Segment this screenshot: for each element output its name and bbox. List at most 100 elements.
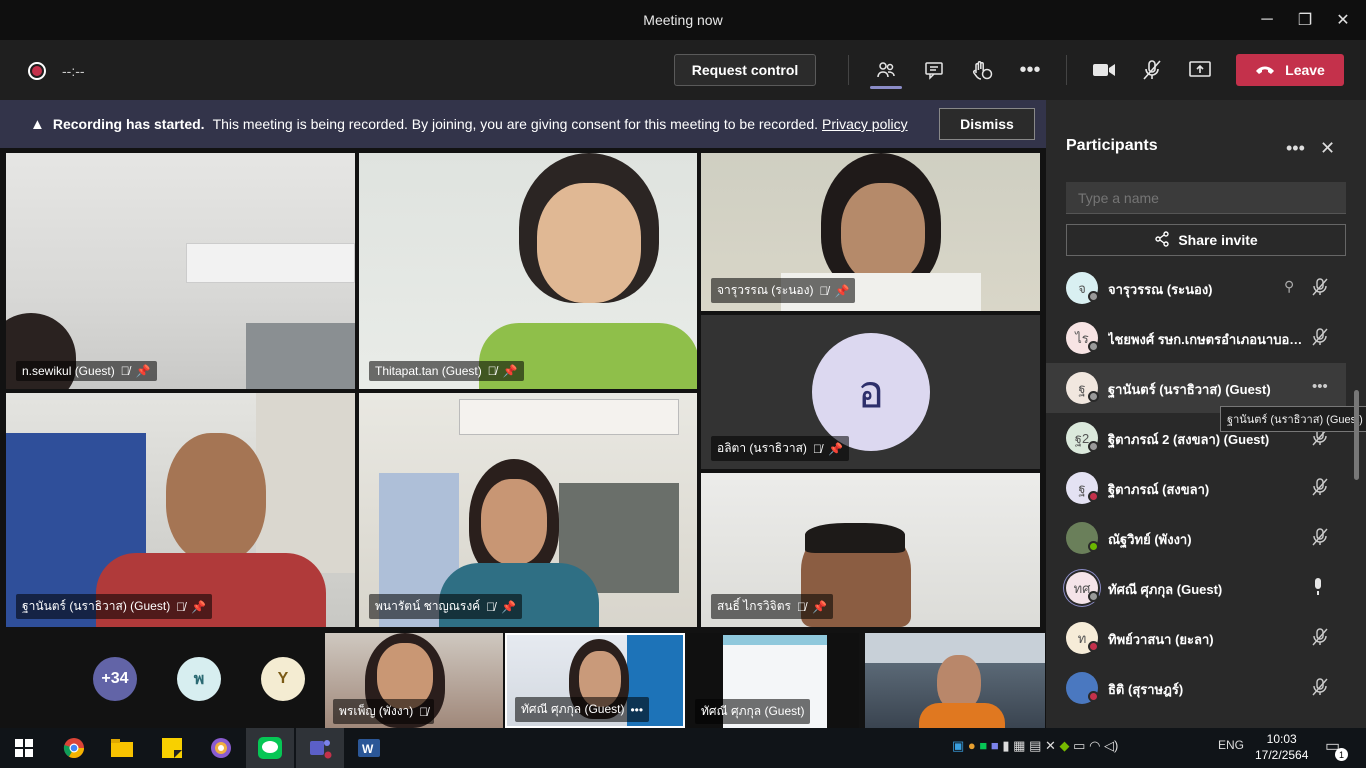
participant-name: อลิตา (นราธิวาส)	[717, 441, 807, 455]
strip-video-tile[interactable]: ทัศณี ศุภกุล (Guest)	[687, 633, 859, 728]
toolbar-divider	[848, 55, 849, 85]
panel-scrollbar[interactable]	[1354, 390, 1359, 480]
close-window-button[interactable]: ✕	[1320, 0, 1366, 40]
participant-face	[537, 183, 641, 303]
participant-name: ไชยพงศ์ รษก.เกษตรอำเภอนาบอน ...	[1108, 332, 1304, 347]
strip-video-tile[interactable]	[865, 633, 1045, 728]
share-screen-icon[interactable]	[1182, 54, 1218, 86]
overflow-count-badge[interactable]: +34	[93, 657, 137, 701]
mic-muted-icon[interactable]	[1312, 478, 1328, 500]
mic-muted-icon[interactable]	[1312, 528, 1328, 550]
participant-name: พนารัตน์ ชาญณรงค์	[375, 599, 481, 613]
participant-name: ฐิตาภรณ์ 2 (สงขลา) (Guest)	[1108, 432, 1270, 447]
pin-icon: 📌	[834, 283, 850, 298]
participant-row[interactable]: ฐฐิตาภรณ์ (สงขลา)	[1046, 463, 1346, 513]
presence-status-icon	[1088, 541, 1099, 552]
video-tile[interactable]: n.sewikul (Guest) 🎙̸ 📌	[6, 153, 355, 389]
tray-wifi-icon[interactable]: ◠	[1089, 738, 1100, 753]
strip-video-tile[interactable]: ทัศณี ศุภกุล (Guest) •••	[505, 633, 685, 728]
video-tile-avatar[interactable]: อ อลิตา (นราธิวาส) 🎙̸ 📌	[701, 315, 1040, 469]
dismiss-button[interactable]: Dismiss	[939, 108, 1035, 140]
video-tile[interactable]: พนารัตน์ ชาญณรงค์ 🎙̸ 📌	[359, 393, 697, 627]
mic-muted-icon[interactable]	[1312, 328, 1328, 350]
presence-status-icon	[1088, 341, 1099, 352]
share-invite-button[interactable]: Share invite	[1066, 224, 1346, 256]
mic-muted-icon[interactable]	[1312, 278, 1328, 300]
avatar[interactable]: พ	[177, 657, 221, 701]
tray-settings-icon[interactable]: ▤	[1029, 738, 1041, 753]
video-tile[interactable]: สนธิ์ ไกรวิจิตร 🎙̸ 📌	[701, 473, 1040, 627]
participant-name: n.sewikul (Guest)	[22, 364, 115, 378]
tray-app-icon[interactable]: ▣	[952, 738, 964, 753]
banner-text: This meeting is being recorded. By joini…	[212, 116, 819, 132]
tray-volume-icon[interactable]: ◁)	[1104, 738, 1118, 753]
avatar[interactable]: Y	[261, 657, 305, 701]
participant-row[interactable]: ณัฐวิทย์ (พังงา)	[1046, 513, 1346, 563]
mic-muted-icon[interactable]	[1312, 628, 1328, 650]
close-icon[interactable]: ✕	[1320, 138, 1335, 159]
tile-label: n.sewikul (Guest) 🎙̸ 📌	[16, 361, 157, 381]
camera-icon[interactable]	[1086, 54, 1122, 86]
tray-chat-icon[interactable]: ■	[979, 738, 987, 753]
avatar: อ	[812, 333, 930, 451]
sticky-notes-icon[interactable]	[148, 728, 196, 768]
input-language[interactable]: ENG	[1218, 738, 1244, 752]
participant-name: ฐานันตร์ (นราธิวาส) (Guest)	[1108, 382, 1271, 397]
participant-row[interactable]: จจารุวรรณ (ระนอง) ⚲	[1046, 263, 1346, 313]
mic-icon[interactable]	[1312, 578, 1324, 600]
more-actions-icon[interactable]: •••	[1012, 54, 1048, 86]
participant-row[interactable]: ททิพย์วาสนา (ยะลา)	[1046, 613, 1346, 663]
participant-row[interactable]: ทศ ทัศณี ศุภกุล (Guest)	[1046, 563, 1346, 613]
strip-video-tile[interactable]: พรเพ็ญ (พังงา) 🎙̸	[325, 633, 503, 728]
request-control-button[interactable]: Request control	[674, 54, 816, 86]
browser-icon[interactable]	[197, 728, 245, 768]
chat-icon[interactable]	[916, 54, 952, 86]
tray-teams-icon[interactable]: ■	[991, 738, 999, 753]
leave-button[interactable]: Leave	[1236, 54, 1344, 86]
video-tile[interactable]: จารุวรรณ (ระนอง) 🎙̸ 📌	[701, 153, 1040, 311]
privacy-policy-link[interactable]: Privacy policy	[822, 116, 908, 132]
participant-name: ฐิตาภรณ์ (สงขลา)	[1108, 482, 1210, 497]
participant-name: ทัศณี ศุภกุล (Guest)	[521, 702, 625, 716]
word-icon[interactable]: W	[345, 728, 393, 768]
teams-icon[interactable]	[296, 728, 344, 768]
more-options-icon[interactable]: •••	[1312, 378, 1328, 395]
more-options-icon: •••	[630, 702, 644, 717]
tray-chrome-icon[interactable]: ●	[968, 738, 976, 753]
pin-icon: 📌	[811, 599, 827, 614]
tray-battery-icon[interactable]: ▭	[1073, 738, 1085, 753]
leave-label: Leave	[1285, 62, 1325, 78]
air-conditioner	[186, 243, 355, 283]
tray-network-icon[interactable]: ▦	[1013, 738, 1025, 753]
panel-more-icon[interactable]: •••	[1286, 138, 1305, 159]
participant-name: จารุวรรณ (ระนอง)	[717, 283, 814, 297]
mic-muted-icon: 🎙̸	[120, 364, 130, 378]
tile-label: พรเพ็ญ (พังงา) 🎙̸	[333, 699, 435, 724]
tray-mic-icon[interactable]: ▮	[1002, 738, 1009, 753]
video-tile[interactable]: ฐานันตร์ (นราธิวาส) (Guest) 🎙̸ 📌	[6, 393, 355, 627]
toolbar-divider	[1066, 55, 1067, 85]
reactions-icon[interactable]	[964, 54, 1000, 86]
participant-name: พรเพ็ญ (พังงา)	[339, 704, 414, 718]
participant-search-input[interactable]	[1066, 182, 1346, 214]
notification-count-badge: 1	[1335, 748, 1348, 761]
taskbar-clock[interactable]: 10:03 17/2/2564	[1255, 731, 1308, 763]
participant-row[interactable]: ธิติ (สุราษฎร์)	[1046, 663, 1346, 713]
presence-status-icon	[1088, 591, 1099, 602]
mic-muted-icon[interactable]	[1134, 54, 1170, 86]
file-explorer-icon[interactable]	[98, 728, 146, 768]
start-button[interactable]	[0, 728, 48, 768]
chrome-icon[interactable]	[50, 728, 98, 768]
participant-name: สนธิ์ ไกรวิจิตร	[717, 599, 791, 613]
pin-icon[interactable]: ⚲	[1284, 278, 1294, 295]
mic-muted-icon[interactable]	[1312, 678, 1328, 700]
video-tile[interactable]: Thitapat.tan (Guest) 🎙̸ 📌	[359, 153, 697, 389]
participant-row[interactable]: ไร ไชยพงศ์ รษก.เกษตรอำเภอนาบอน ...	[1046, 313, 1346, 363]
title-bar: Meeting now	[0, 0, 1366, 40]
tile-label: จารุวรรณ (ระนอง) 🎙̸ 📌	[711, 278, 856, 303]
line-app-icon[interactable]	[246, 728, 294, 768]
tray-icons[interactable]: ▣ ● ■ ■ ▮ ▦ ▤ ✕ ◆ ▭ ◠ ◁)	[952, 738, 1118, 754]
tray-defender-icon[interactable]: ✕	[1045, 738, 1056, 753]
tray-nvidia-icon[interactable]: ◆	[1060, 738, 1070, 753]
participants-icon[interactable]	[868, 54, 904, 86]
